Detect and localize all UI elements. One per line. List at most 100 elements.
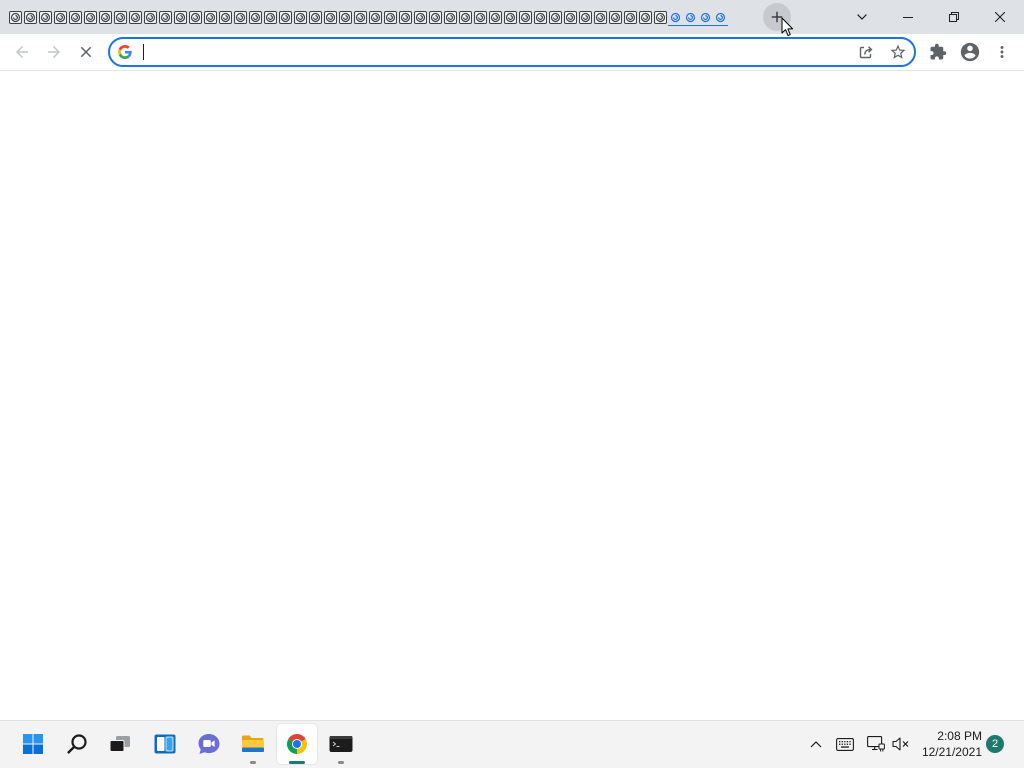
- tab[interactable]: [38, 9, 53, 26]
- tab[interactable]: [353, 9, 368, 26]
- tab[interactable]: [263, 9, 278, 26]
- loading-throbber-icon: [159, 11, 172, 24]
- profile-button[interactable]: [954, 36, 986, 68]
- task-view-button[interactable]: [100, 724, 140, 764]
- tab[interactable]: [548, 9, 563, 26]
- tab[interactable]: [323, 9, 338, 26]
- tab[interactable]: [713, 9, 728, 26]
- close-icon: [995, 12, 1005, 22]
- notification-badge[interactable]: 2: [986, 735, 1004, 753]
- tab[interactable]: [518, 9, 533, 26]
- loading-throbber-icon: [324, 11, 337, 24]
- widgets-button[interactable]: [145, 724, 185, 764]
- tab[interactable]: [83, 9, 98, 26]
- tab[interactable]: [668, 9, 683, 26]
- tab-list: [8, 9, 728, 26]
- loading-throbber-icon: [144, 11, 157, 24]
- clock-time: 2:08 PM: [937, 729, 982, 743]
- address-bar[interactable]: [108, 37, 916, 67]
- loading-throbber-icon: [624, 11, 637, 24]
- show-hidden-icons-button[interactable]: [804, 732, 828, 756]
- page-content[interactable]: [0, 71, 1024, 720]
- tab[interactable]: [578, 9, 593, 26]
- tab[interactable]: [278, 9, 293, 26]
- tab[interactable]: [68, 9, 83, 26]
- loading-throbber-icon: [279, 11, 292, 24]
- start-button[interactable]: [13, 724, 53, 764]
- tab[interactable]: [53, 9, 68, 26]
- tab[interactable]: [308, 9, 323, 26]
- stop-loading-button[interactable]: [70, 36, 102, 68]
- tab[interactable]: [593, 9, 608, 26]
- tab[interactable]: [473, 9, 488, 26]
- running-indicator: [289, 761, 305, 764]
- tab[interactable]: [683, 9, 698, 26]
- tab[interactable]: [23, 9, 38, 26]
- terminal-button[interactable]: [321, 724, 361, 764]
- arrow-right-icon: [48, 46, 60, 58]
- loading-throbber-icon: [129, 11, 142, 24]
- chevron-down-icon: [857, 14, 867, 20]
- ethernet-icon: [867, 736, 885, 752]
- tab[interactable]: [458, 9, 473, 26]
- chrome-menu-button[interactable]: [986, 36, 1018, 68]
- tab[interactable]: [398, 9, 413, 26]
- tab[interactable]: [533, 9, 548, 26]
- tab[interactable]: [338, 9, 353, 26]
- tab[interactable]: [563, 9, 578, 26]
- address-input[interactable]: [140, 39, 840, 65]
- tab[interactable]: [383, 9, 398, 26]
- tab[interactable]: [158, 9, 173, 26]
- minimize-button[interactable]: [885, 0, 931, 34]
- chat-button[interactable]: [189, 724, 229, 764]
- loading-throbber-icon: [579, 11, 592, 24]
- tab[interactable]: [638, 9, 653, 26]
- loading-throbber-icon: [369, 11, 382, 24]
- search-icon: [67, 734, 87, 754]
- tab[interactable]: [698, 9, 713, 26]
- stop-loading-icon: [80, 46, 92, 58]
- tab[interactable]: [8, 9, 23, 26]
- tab[interactable]: [233, 9, 248, 26]
- loading-throbber-icon: [69, 11, 82, 24]
- search-button[interactable]: [57, 724, 97, 764]
- forward-button[interactable]: [38, 36, 70, 68]
- tab[interactable]: [188, 9, 203, 26]
- clock-button[interactable]: 2:08 PM 12/21/2021: [916, 728, 982, 760]
- tab[interactable]: [113, 9, 128, 26]
- tab[interactable]: [428, 9, 443, 26]
- tab[interactable]: [368, 9, 383, 26]
- tab[interactable]: [98, 9, 113, 26]
- tab[interactable]: [623, 9, 638, 26]
- extensions-button[interactable]: [922, 36, 954, 68]
- restore-button[interactable]: [931, 0, 977, 34]
- loading-throbber-icon: [84, 11, 97, 24]
- bookmark-star-button[interactable]: [886, 40, 910, 64]
- tab[interactable]: [413, 9, 428, 26]
- tab[interactable]: [653, 9, 668, 26]
- loading-throbber-icon: [459, 11, 472, 24]
- tab[interactable]: [128, 9, 143, 26]
- tab[interactable]: [293, 9, 308, 26]
- loading-throbber-icon: [399, 11, 412, 24]
- loading-throbber-icon: [639, 11, 652, 24]
- tab[interactable]: [143, 9, 158, 26]
- quick-settings-button[interactable]: [862, 728, 916, 760]
- close-window-button[interactable]: [977, 0, 1023, 34]
- tab[interactable]: [503, 9, 518, 26]
- tab[interactable]: [203, 9, 218, 26]
- chrome-taskbar-button[interactable]: [277, 724, 317, 764]
- tab[interactable]: [443, 9, 458, 26]
- share-button[interactable]: [854, 40, 878, 64]
- input-indicator-button[interactable]: [833, 732, 857, 756]
- tab[interactable]: [488, 9, 503, 26]
- tab[interactable]: [173, 9, 188, 26]
- loading-throbber-icon: [39, 11, 52, 24]
- tab-strip: [0, 0, 1024, 34]
- file-explorer-button[interactable]: [233, 724, 273, 764]
- tab-search-button[interactable]: [849, 0, 875, 34]
- tab[interactable]: [248, 9, 263, 26]
- tab[interactable]: [218, 9, 233, 26]
- back-button[interactable]: [6, 36, 38, 68]
- tab[interactable]: [608, 9, 623, 26]
